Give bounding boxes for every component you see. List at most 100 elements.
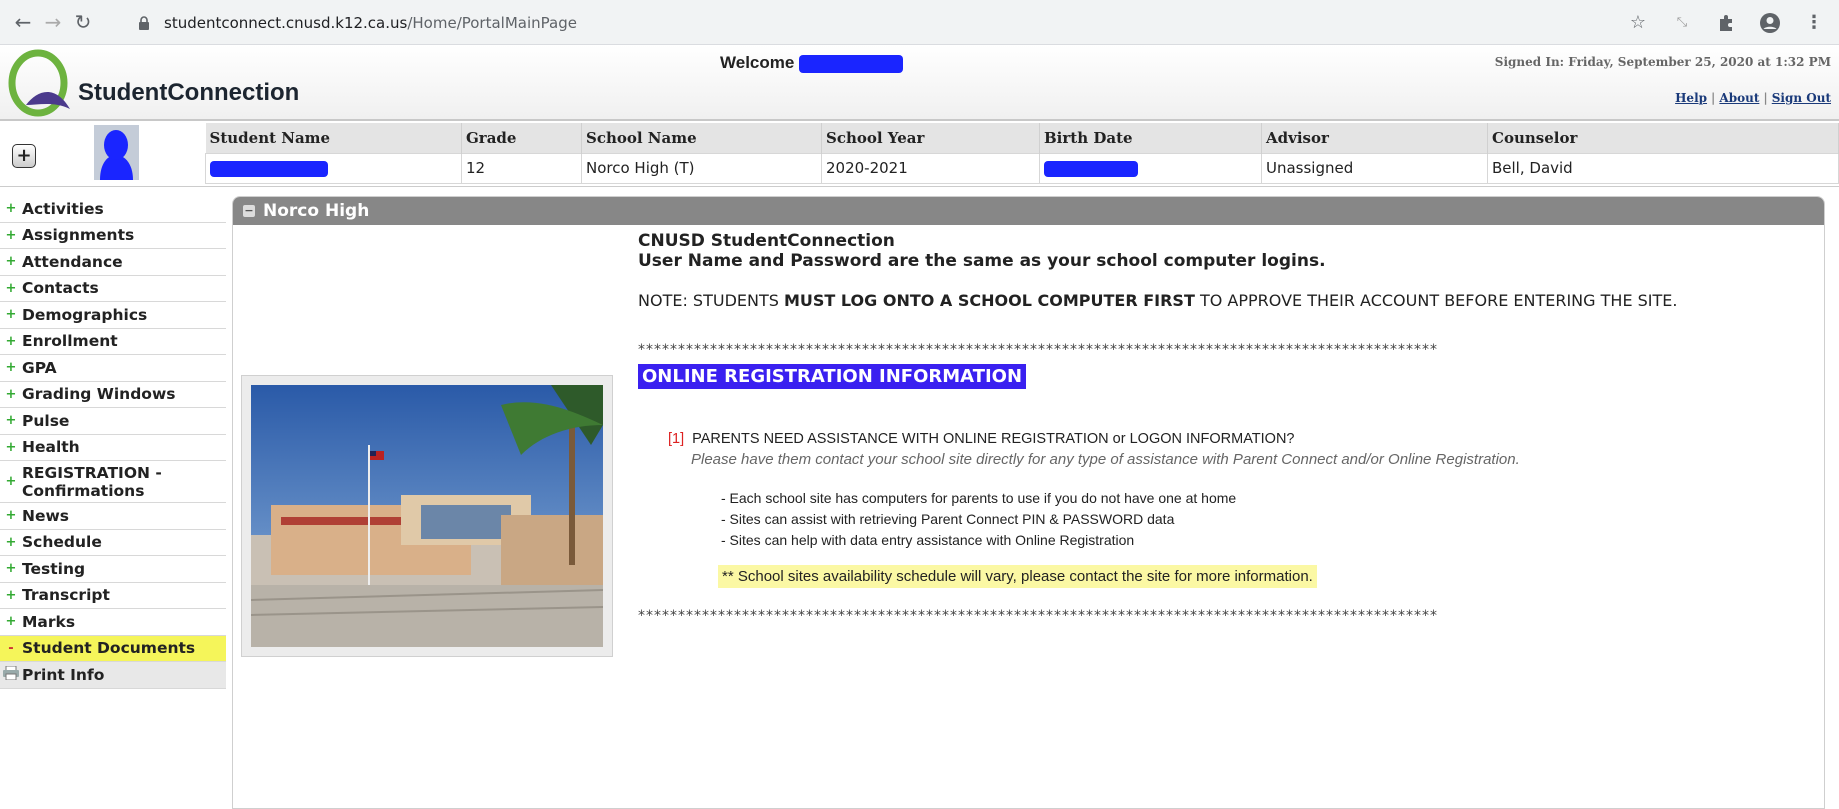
sign-out-link[interactable]: Sign Out <box>1772 91 1831 105</box>
col-student-name: Student Name <box>205 123 462 153</box>
note-suffix: TO APPROVE THEIR ACCOUNT BEFORE ENTERING… <box>1194 291 1678 310</box>
year-value: 2020-2021 <box>821 152 1040 184</box>
sidebar-label: Transcript <box>22 586 110 605</box>
expand-icon: + <box>5 254 17 270</box>
sidebar-item-grading-windows[interactable]: + Grading Windows <box>0 382 226 408</box>
welcome-label: Welcome <box>720 53 795 72</box>
sidebar-item-transcript[interactable]: + Transcript <box>0 583 226 609</box>
address-bar[interactable]: studentconnect.cnusd.k12.ca.us/Home/Port… <box>124 6 1604 40</box>
question-1: [1] PARENTS NEED ASSISTANCE WITH ONLINE R… <box>668 431 1808 447</box>
collapse-panel-icon[interactable]: − <box>243 205 255 217</box>
separator-stars-bottom: ****************************************… <box>638 608 1438 624</box>
expand-icon: + <box>5 413 17 429</box>
expand-icon: + <box>5 333 17 349</box>
sidebar-item-enrollment[interactable]: + Enrollment <box>0 329 226 355</box>
student-photo <box>94 125 139 180</box>
bullet-item: - Each school site has computers for par… <box>721 490 1237 506</box>
sidebar-item-testing[interactable]: + Testing <box>0 556 226 583</box>
sidebar-label: Grading Windows <box>22 385 176 404</box>
expand-icon: + <box>5 473 17 489</box>
col-school-year: School Year <box>821 123 1040 153</box>
panel-content: CNUSD StudentConnection User Name and Pa… <box>638 231 1808 624</box>
sidebar-label: Print Info <box>22 665 105 684</box>
sidebar-label: Enrollment <box>22 332 118 351</box>
about-link[interactable]: About <box>1719 91 1759 105</box>
expand-icon: + <box>5 614 17 630</box>
welcome-message: Welcome <box>720 53 904 73</box>
extensions-puzzle-icon[interactable] <box>1709 6 1743 40</box>
sidebar-label: Attendance <box>22 252 123 271</box>
help-link[interactable]: Help <box>1675 91 1707 105</box>
sidebar-label: GPA <box>22 358 57 377</box>
sidebar-item-contacts[interactable]: + Contacts <box>0 276 226 302</box>
expand-icon: + <box>5 227 17 243</box>
online-registration-heading: ONLINE REGISTRATION INFORMATION <box>638 364 1027 389</box>
expand-icon: + <box>5 360 17 376</box>
heading-studentconnection: CNUSD StudentConnection <box>638 231 895 251</box>
sidebar-item-student-documents[interactable]: - Student Documents <box>0 635 226 662</box>
forward-arrow-icon[interactable]: → <box>38 7 68 37</box>
sidebar-item-news[interactable]: + News <box>0 503 226 530</box>
col-advisor: Advisor <box>1261 123 1488 153</box>
sidebar-item-marks[interactable]: + Marks <box>0 609 226 636</box>
col-birth-date: Birth Date <box>1039 123 1262 153</box>
advisor-value: Unassigned <box>1261 152 1488 184</box>
col-counselor: Counselor <box>1487 123 1839 153</box>
grade-value: 12 <box>461 152 582 184</box>
student-table: Student Name Grade School Name School Ye… <box>205 123 1839 184</box>
heading-credentials: User Name and Password are the same as y… <box>638 251 1326 271</box>
bullet-item: - Sites can help with data entry assista… <box>721 532 1135 548</box>
star-bookmark-icon[interactable]: ☆ <box>1621 6 1655 40</box>
question-number: [1] <box>668 431 685 447</box>
sidebar-label: Pulse <box>22 411 70 430</box>
expand-icon: + <box>5 534 17 550</box>
sidebar-item-gpa[interactable]: + GPA <box>0 355 226 382</box>
url-host: studentconnect.cnusd.k12.ca.us <box>164 14 408 32</box>
collapse-icon: - <box>8 640 14 656</box>
sidebar-label: Marks <box>22 612 76 631</box>
sidebar-item-pulse[interactable]: + Pulse <box>0 408 226 435</box>
reload-icon[interactable]: ↻ <box>68 7 98 37</box>
resize-icon[interactable]: ⤡ <box>1665 6 1699 40</box>
site-header: StudentConnection Welcome Signed In: Fri… <box>0 45 1839 121</box>
expand-icon: + <box>5 280 17 296</box>
sidebar-item-assignments[interactable]: + Assignments <box>0 223 226 249</box>
back-arrow-icon[interactable]: ← <box>8 7 38 37</box>
sidebar-item-print-info[interactable]: Print Info <box>0 662 226 689</box>
assistance-bullets: - Each school site has computers for par… <box>721 488 1808 551</box>
sidebar-item-health[interactable]: + Health <box>0 435 226 461</box>
expand-icon: + <box>5 201 17 217</box>
expand-icon: + <box>5 386 17 402</box>
panel-title: Norco High <box>263 201 370 221</box>
sidebar-item-schedule[interactable]: + Schedule <box>0 530 226 556</box>
note-emphasis: MUST LOG ONTO A SCHOOL COMPUTER FIRST <box>783 291 1195 310</box>
sidebar-label: Schedule <box>22 533 102 552</box>
account-avatar-icon[interactable] <box>1753 6 1787 40</box>
expand-icon: + <box>5 587 17 603</box>
sidebar-item-registration[interactable]: + REGISTRATION - Confirmations <box>0 461 226 503</box>
brand-name: StudentConnection <box>78 79 300 106</box>
sidebar-item-activities[interactable]: + Activities <box>0 196 226 223</box>
question-text: PARENTS NEED ASSISTANCE WITH ONLINE REGI… <box>692 431 1295 447</box>
sidebar-item-demographics[interactable]: + Demographics <box>0 302 226 329</box>
sidebar-label: News <box>22 506 70 525</box>
expand-icon: + <box>5 561 17 577</box>
birthdate-value <box>1039 152 1262 184</box>
browser-toolbar: ← → ↻ studentconnect.cnusd.k12.ca.us/Hom… <box>0 0 1839 45</box>
sidebar-label: Testing <box>22 559 86 578</box>
panel-header[interactable]: − Norco High <box>233 197 1824 225</box>
question-answer: Please have them contact your school sit… <box>691 451 1520 468</box>
sidebar-label: Student Documents <box>22 639 196 658</box>
student-info-strip: + Student Name Grade School Name School … <box>0 121 1839 187</box>
sidebar-item-attendance[interactable]: + Attendance <box>0 249 226 276</box>
url-path: /Home/PortalMainPage <box>407 14 577 32</box>
note-prefix: NOTE: STUDENTS <box>638 291 784 310</box>
sidebar-label: REGISTRATION - Confirmations <box>22 463 162 500</box>
school-photo <box>241 375 613 657</box>
availability-note: ** School sites availability schedule wi… <box>718 565 1317 588</box>
school-value: Norco High (T) <box>581 152 822 184</box>
add-student-button[interactable]: + <box>12 144 36 168</box>
menu-kebab-icon[interactable]: ⋮ <box>1797 6 1831 40</box>
header-links: Help | About | Sign Out <box>1675 91 1831 105</box>
separator-stars: ****************************************… <box>638 342 1438 358</box>
